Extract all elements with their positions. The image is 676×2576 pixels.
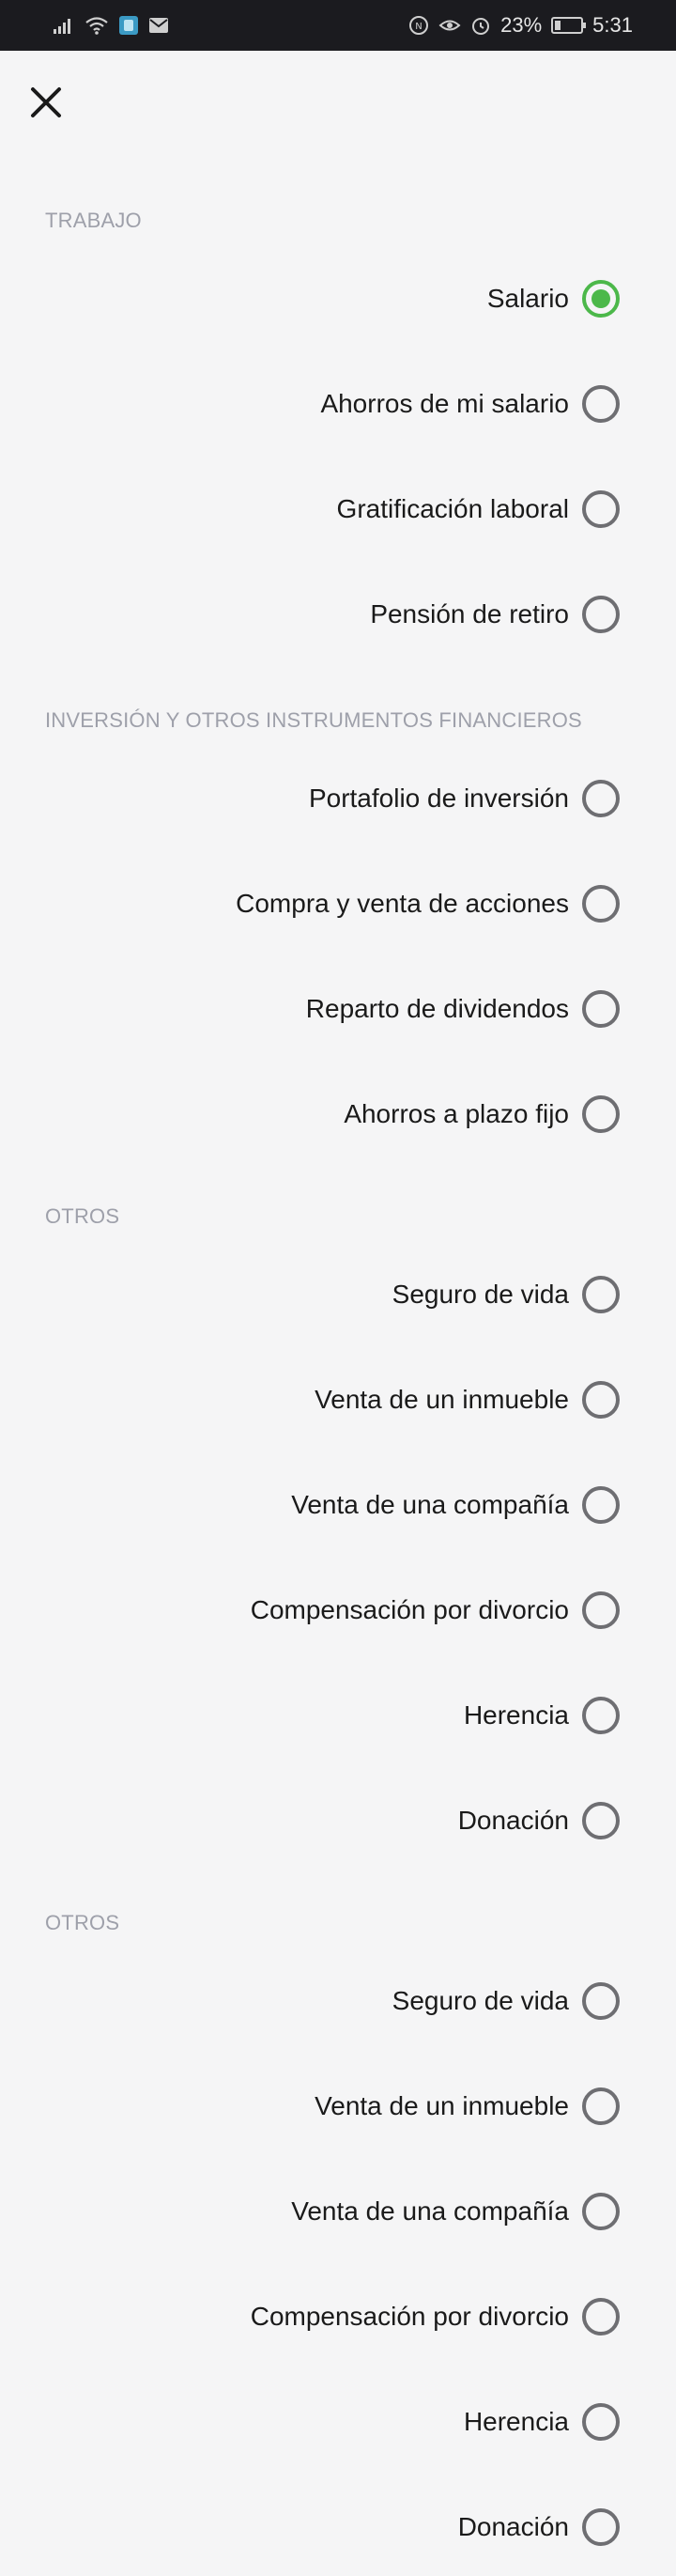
income-option[interactable]: Venta de una compañía — [291, 1477, 620, 1533]
eye-comfort-icon — [438, 16, 461, 35]
close-icon — [31, 87, 61, 117]
radio-unselected-icon[interactable] — [582, 490, 620, 528]
income-option-label: Donación — [457, 1806, 569, 1835]
income-option[interactable]: Ahorros de mi salario — [320, 376, 620, 432]
income-option-label: Gratificación laboral — [336, 494, 569, 523]
income-option[interactable]: Venta de un inmueble — [315, 2078, 620, 2134]
income-option-label: Compensación por divorcio — [250, 1595, 569, 1624]
section-title: OTROS — [45, 1911, 120, 1934]
income-option-label: Salario — [486, 284, 569, 313]
income-option[interactable]: Seguro de vida — [392, 1973, 620, 2029]
wifi-icon — [84, 16, 109, 35]
section-title: OTROS — [45, 1204, 120, 1228]
income-option[interactable]: Compensación por divorcio — [251, 2289, 620, 2345]
income-option[interactable]: Donación — [458, 1792, 620, 1849]
alarm-icon — [470, 15, 491, 36]
section-title: INVERSIÓN Y OTROS INSTRUMENTOS FINANCIER… — [45, 708, 582, 732]
income-option[interactable]: Compensación por divorcio — [251, 1582, 620, 1638]
svg-text:N: N — [415, 22, 422, 32]
clock: 5:31 — [592, 13, 633, 37]
radio-selected-icon[interactable] — [582, 280, 620, 318]
income-option[interactable]: Reparto de dividendos — [306, 981, 620, 1037]
signal-icon — [53, 16, 75, 35]
income-option[interactable]: Portafolio de inversión — [309, 770, 620, 827]
status-bar: N 23% 5:31 — [0, 0, 676, 51]
radio-unselected-icon[interactable] — [582, 990, 620, 1028]
mail-icon — [148, 17, 169, 34]
income-option[interactable]: Pensión de retiro — [370, 586, 620, 643]
income-option-label: Portafolio de inversión — [308, 784, 569, 813]
radio-unselected-icon[interactable] — [582, 2298, 620, 2335]
nfc-icon: N — [408, 15, 429, 36]
income-option[interactable]: Herencia — [464, 2394, 620, 2450]
radio-unselected-icon[interactable] — [582, 1095, 620, 1133]
section-title: TRABAJO — [45, 209, 142, 232]
radio-unselected-icon[interactable] — [582, 2087, 620, 2125]
battery-icon — [551, 17, 587, 34]
radio-unselected-icon[interactable] — [582, 596, 620, 633]
radio-unselected-icon[interactable] — [582, 2508, 620, 2546]
radio-dot — [592, 289, 610, 308]
radio-unselected-icon[interactable] — [582, 1276, 620, 1313]
status-bar-right: N 23% 5:31 — [408, 13, 633, 38]
income-option-label: Ahorros a plazo fijo — [344, 1099, 569, 1128]
income-option[interactable]: Venta de un inmueble — [315, 1372, 620, 1428]
radio-unselected-icon[interactable] — [582, 1591, 620, 1629]
income-option-label: Venta de una compañía — [291, 1490, 569, 1519]
app-notification-icon — [118, 15, 139, 36]
income-option-label: Seguro de vida — [392, 1280, 569, 1309]
radio-unselected-icon[interactable] — [582, 780, 620, 817]
radio-unselected-icon[interactable] — [582, 2403, 620, 2441]
income-option[interactable]: Seguro de vida — [392, 1266, 620, 1323]
income-option-label: Venta de un inmueble — [315, 1385, 569, 1414]
status-bar-left — [53, 15, 169, 36]
income-option[interactable]: Ahorros a plazo fijo — [344, 1086, 620, 1142]
radio-unselected-icon[interactable] — [582, 1982, 620, 2020]
income-option-label: Donación — [457, 2512, 569, 2541]
income-option-label: Pensión de retiro — [370, 599, 569, 628]
income-option-label: Venta de una compañía — [291, 2196, 569, 2226]
income-option-label: Herencia — [463, 1700, 569, 1730]
income-option-label: Compra y venta de acciones — [236, 889, 569, 918]
radio-unselected-icon[interactable] — [582, 385, 620, 423]
income-option[interactable]: Gratificación laboral — [337, 481, 620, 537]
income-option[interactable]: Venta de una compañía — [291, 2183, 620, 2240]
income-option[interactable]: Compra y venta de acciones — [236, 876, 620, 932]
radio-unselected-icon[interactable] — [582, 1697, 620, 1734]
income-option-label: Reparto de dividendos — [305, 994, 569, 1023]
radio-unselected-icon[interactable] — [582, 1486, 620, 1524]
income-option-label: Herencia — [463, 2407, 569, 2436]
income-option-label: Seguro de vida — [392, 1986, 569, 2015]
income-option[interactable]: Salario — [487, 271, 620, 327]
battery-percent: 23% — [500, 13, 543, 37]
battery-fill — [555, 21, 561, 30]
close-button[interactable] — [24, 81, 68, 124]
radio-unselected-icon[interactable] — [582, 1802, 620, 1839]
radio-unselected-icon[interactable] — [582, 1381, 620, 1419]
income-option[interactable]: Herencia — [464, 1687, 620, 1744]
income-option-label: Venta de un inmueble — [315, 2091, 569, 2120]
radio-unselected-icon[interactable] — [582, 885, 620, 923]
income-option[interactable]: Donación — [458, 2499, 620, 2555]
income-option-label: Ahorros de mi salario — [320, 389, 569, 418]
income-option-label: Compensación por divorcio — [250, 2302, 569, 2331]
radio-unselected-icon[interactable] — [582, 2193, 620, 2230]
